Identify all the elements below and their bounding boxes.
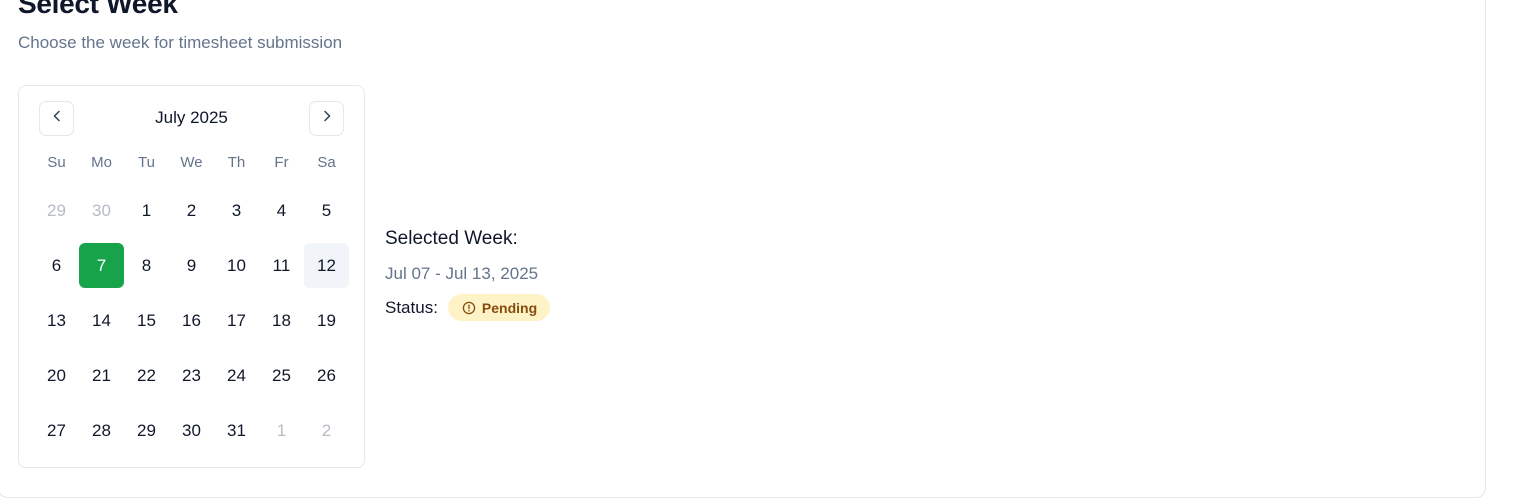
- next-month-button[interactable]: [309, 101, 344, 136]
- day-cell[interactable]: 1: [259, 408, 304, 453]
- day-cell[interactable]: 10: [214, 243, 259, 288]
- weekday-label: Tu: [138, 154, 155, 171]
- day-cell[interactable]: 18: [259, 298, 304, 343]
- day-cell[interactable]: 8: [124, 243, 169, 288]
- day-cell[interactable]: 30: [169, 408, 214, 453]
- day-cell[interactable]: 9: [169, 243, 214, 288]
- page-title: Select Week: [18, 0, 178, 19]
- day-cell[interactable]: 5: [304, 188, 349, 233]
- status-badge: Pending: [447, 294, 551, 321]
- day-cell[interactable]: 4: [259, 188, 304, 233]
- day-cell[interactable]: 28: [79, 408, 124, 453]
- day-cell[interactable]: 25: [259, 353, 304, 398]
- day-cell[interactable]: 29: [34, 188, 79, 233]
- weekday-label: Fr: [274, 154, 289, 171]
- day-cell[interactable]: 20: [34, 353, 79, 398]
- day-grid: 29 30 1 2 3 4 5 6 7 8 9 10 11 12 13 14 15 16 17 18 19 20 21 22 2…: [34, 187, 349, 462]
- day-cell[interactable]: 27: [34, 408, 79, 453]
- chevron-right-icon: [320, 109, 334, 128]
- day-cell[interactable]: 21: [79, 353, 124, 398]
- day-cell[interactable]: 19: [304, 298, 349, 343]
- weekday-label: Mo: [91, 154, 112, 171]
- day-cell[interactable]: 26: [304, 353, 349, 398]
- day-cell[interactable]: 2: [304, 408, 349, 453]
- day-cell[interactable]: 23: [169, 353, 214, 398]
- day-cell[interactable]: 22: [124, 353, 169, 398]
- day-cell[interactable]: 15: [124, 298, 169, 343]
- day-cell[interactable]: 1: [124, 188, 169, 233]
- day-cell-today[interactable]: 12: [304, 243, 349, 288]
- day-cell[interactable]: 24: [214, 353, 259, 398]
- status-badge-label: Pending: [481, 299, 538, 316]
- selected-week-heading: Selected Week:: [385, 228, 518, 249]
- day-cell[interactable]: 3: [214, 188, 259, 233]
- weekday-label: Su: [47, 154, 66, 171]
- page-subtitle: Choose the week for timesheet submission: [18, 33, 343, 52]
- day-cell[interactable]: 29: [124, 408, 169, 453]
- day-cell[interactable]: 14: [79, 298, 124, 343]
- day-cell[interactable]: 31: [214, 408, 259, 453]
- day-cell[interactable]: 17: [214, 298, 259, 343]
- day-cell-selected[interactable]: 7: [79, 243, 124, 288]
- status-row: Status: Pending: [385, 294, 551, 321]
- day-cell[interactable]: 16: [169, 298, 214, 343]
- alert-circle-icon: [462, 301, 476, 314]
- weekday-label: Th: [227, 154, 246, 171]
- day-cell[interactable]: 6: [34, 243, 79, 288]
- status-label: Status:: [385, 297, 438, 317]
- selected-week-range: Jul 07 - Jul 13, 2025: [385, 264, 539, 283]
- weekday-header: Su Mo Tu We Th Fr Sa: [34, 154, 349, 171]
- selected-week-info: Selected Week: Jul 07 - Jul 13, 2025 Sta…: [385, 228, 551, 321]
- day-cell[interactable]: 11: [259, 243, 304, 288]
- weekday-label: Sa: [317, 154, 336, 171]
- weekday-label: We: [180, 154, 203, 171]
- day-cell[interactable]: 30: [79, 188, 124, 233]
- day-cell[interactable]: 13: [34, 298, 79, 343]
- calendar: July 2025 Su Mo Tu We Th Fr Sa 29 30 1 2 3 4 5 6 7 8 9 10…: [18, 85, 365, 468]
- day-cell[interactable]: 2: [169, 188, 214, 233]
